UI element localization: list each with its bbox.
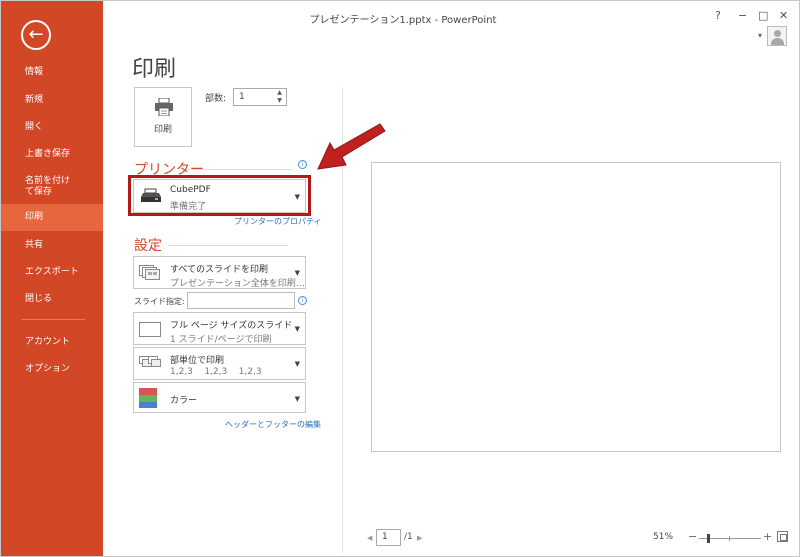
slide-range-input[interactable]	[187, 292, 295, 309]
chevron-down-icon: ▼	[294, 395, 300, 403]
sidebar-item-save-as[interactable]: 名前を付けて保存	[1, 176, 71, 198]
layout-description: 1 スライド/ページで印刷	[170, 335, 272, 345]
color-dropdown[interactable]: カラー ▼	[133, 382, 306, 413]
backstage-sidebar: ← 情報 新規 開く 上書き保存 名前を付けて保存 印刷 共有 エクスポート 閉…	[1, 1, 103, 556]
full-page-slide-icon	[139, 322, 161, 337]
header-footer-link[interactable]: ヘッダーとフッターの編集	[225, 419, 321, 430]
sidebar-item-account[interactable]: アカウント	[1, 337, 103, 348]
color-swatch-icon	[139, 388, 157, 408]
chevron-down-icon: ▼	[294, 325, 300, 333]
slides-scope-value: すべてのスライドを印刷	[170, 265, 269, 275]
collate-dropdown[interactable]: 部単位で印刷 1,2,3 1,2,3 1,2,3 ▼	[133, 347, 306, 380]
sidebar-item-options[interactable]: オプション	[1, 364, 103, 375]
copies-down-icon[interactable]: ▼	[273, 97, 286, 105]
slides-scope-dropdown[interactable]: すべてのスライドを印刷 プレゼンテーション全体を印刷… ▼	[133, 256, 306, 289]
zoom-out-button[interactable]: −	[688, 530, 697, 543]
back-arrow-icon[interactable]: ←	[21, 20, 51, 50]
print-button-label: 印刷	[153, 125, 172, 135]
close-button[interactable]: ✕	[779, 9, 788, 22]
previous-page-icon[interactable]: ◀	[367, 534, 372, 542]
slide-range-label: スライド指定:	[134, 297, 185, 306]
account-caret-icon[interactable]: ▾	[758, 31, 762, 40]
sidebar-item-share[interactable]: 共有	[1, 240, 103, 251]
zoom-slider-thumb[interactable]	[707, 534, 710, 543]
slide-preview	[371, 162, 781, 452]
window-title: プレゼンテーション1.pptx - PowerPoint	[309, 15, 497, 26]
sidebar-item-info[interactable]: 情報	[1, 67, 103, 78]
printer-icon	[155, 98, 173, 116]
zoom-in-button[interactable]: +	[763, 530, 772, 543]
sidebar-item-close[interactable]: 閉じる	[1, 294, 103, 305]
settings-section-title: 設定	[134, 238, 162, 254]
annotation-arrow-icon	[317, 123, 386, 170]
printer-section-divider	[186, 169, 292, 170]
printer-info-icon[interactable]: i	[298, 160, 307, 169]
sidebar-item-print[interactable]: 印刷	[1, 204, 103, 231]
collate-value: 部単位で印刷	[170, 356, 225, 366]
zoom-center-tick	[729, 536, 730, 541]
chevron-down-icon: ▼	[294, 269, 300, 277]
page-total: /1	[404, 532, 413, 542]
slides-scope-description: プレゼンテーション全体を印刷…	[170, 279, 305, 289]
collate-icon	[139, 356, 161, 367]
slides-stack-icon	[139, 265, 160, 280]
settings-section-divider	[168, 245, 288, 246]
copies-up-icon[interactable]: ▲	[273, 89, 286, 97]
sidebar-item-export[interactable]: エクスポート	[1, 267, 103, 278]
minimize-button[interactable]: −	[738, 9, 747, 22]
sidebar-divider	[21, 319, 85, 320]
copies-label: 部数:	[205, 94, 227, 104]
printer-highlight-box	[128, 175, 311, 216]
layout-value: フル ページ サイズのスライド	[170, 321, 293, 331]
help-button[interactable]: ?	[715, 9, 721, 22]
chevron-down-icon: ▼	[294, 360, 300, 368]
printer-properties-link[interactable]: プリンターのプロパティ	[234, 216, 322, 227]
user-avatar[interactable]	[767, 26, 787, 46]
range-info-icon[interactable]: i	[298, 296, 307, 305]
sidebar-item-save[interactable]: 上書き保存	[1, 149, 103, 160]
fit-to-window-icon[interactable]	[777, 531, 788, 542]
sidebar-item-open[interactable]: 開く	[1, 122, 103, 133]
maximize-button[interactable]: □	[758, 9, 768, 22]
sidebar-item-new[interactable]: 新規	[1, 95, 103, 106]
title-bar: プレゼンテーション1.pptx - PowerPoint ? − □ ✕ ▾	[103, 1, 799, 46]
page-title: 印刷	[132, 57, 177, 82]
layout-dropdown[interactable]: フル ページ サイズのスライド 1 スライド/ページで印刷 ▼	[133, 312, 306, 345]
collate-description: 1,2,3 1,2,3 1,2,3	[170, 367, 262, 377]
page-number-input[interactable]: 1	[376, 529, 401, 546]
color-value: カラー	[170, 396, 198, 406]
print-button[interactable]: 印刷	[134, 87, 192, 147]
backstage-window: ← 情報 新規 開く 上書き保存 名前を付けて保存 印刷 共有 エクスポート 閉…	[0, 0, 800, 557]
next-page-icon[interactable]: ▶	[417, 534, 422, 542]
zoom-level[interactable]: 51%	[653, 532, 673, 542]
